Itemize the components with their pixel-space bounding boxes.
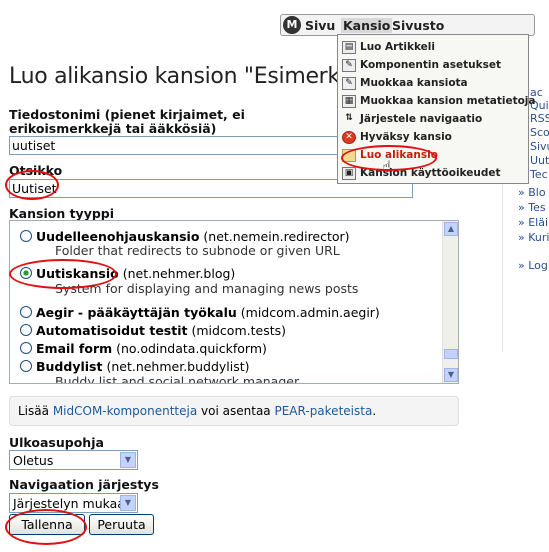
sidebar-link[interactable]: » Log xyxy=(518,259,548,272)
sidebar-link[interactable]: » Kuri xyxy=(518,231,549,244)
notice-text: . xyxy=(372,404,377,418)
chevron-down-icon[interactable]: ▼ xyxy=(120,495,136,511)
sidebar-link[interactable]: Sivu xyxy=(530,140,549,153)
menu-item-edit-folder[interactable]: ✎ Muokkaa kansiota xyxy=(338,75,528,95)
type-name: Email form xyxy=(36,341,113,356)
type-option-buddylist[interactable]: Buddylist (net.nehmer.buddylist) xyxy=(20,359,250,374)
sidebar-link-label: Log xyxy=(528,259,548,272)
menu-item-label: Hyväksy kansio xyxy=(360,131,452,143)
type-option-aegir[interactable]: Aegir - pääkäyttäjän työkalu (midcom.adm… xyxy=(20,305,380,320)
menu-item-label: Järjestele navigaatio xyxy=(360,113,483,125)
nav-order-select-value: Järjestelyn mukaan xyxy=(13,496,133,511)
notice-text: Lisää xyxy=(18,404,49,418)
type-option-quickform[interactable]: Email form (no.odindata.quickform) xyxy=(20,341,267,356)
cancel-button[interactable]: Peruuta xyxy=(89,514,154,535)
type-component: (no.odindata.quickform) xyxy=(116,341,267,356)
menu-item-create-article[interactable]: ▤ Luo Artikkeli xyxy=(338,39,528,59)
sidebar-link-label: Tes xyxy=(528,201,546,214)
sidebar-link[interactable]: RSS xyxy=(530,112,549,125)
chevron-down-icon[interactable]: ▼ xyxy=(120,452,136,468)
midcom-components-link[interactable]: MidCOM-komponentteja xyxy=(53,404,197,418)
sidebar-link[interactable]: Uut xyxy=(530,154,549,167)
sidebar-link[interactable]: Sco xyxy=(530,126,549,139)
filename-label: Tiedostonimi (pienet kirjaimet, ei eriko… xyxy=(9,107,245,136)
radio-button[interactable] xyxy=(20,342,32,354)
menu-item-label: Luo Artikkeli xyxy=(360,41,435,53)
type-option-redirector[interactable]: Uudelleenohjauskansio (net.nemein.redire… xyxy=(20,229,350,244)
metadata-icon: ▦ xyxy=(342,95,356,108)
sidebar-link[interactable]: » Tes xyxy=(518,201,546,214)
type-component: (net.nemein.redirector) xyxy=(203,229,350,244)
highlight-ellipse xyxy=(9,259,117,289)
scroll-thumb[interactable] xyxy=(444,349,458,359)
type-component: (midcom.tests) xyxy=(191,323,286,338)
type-name: Aegir - pääkäyttäjän työkalu xyxy=(36,305,237,320)
sidebar-link-label: Kuri xyxy=(528,231,549,244)
menu-item-label: Muokkaa kansion metatietoja xyxy=(360,95,536,107)
list-scrollbar[interactable]: ▲ ▼ xyxy=(442,221,458,383)
menu-item-component-settings[interactable]: ✎ Komponentin asetukset xyxy=(338,57,528,77)
midcom-toolbar: M Sivu Kansio Sivusto xyxy=(280,14,535,36)
template-select[interactable]: Oletus ▼ xyxy=(9,450,138,470)
template-select-value: Oletus xyxy=(13,453,54,468)
sidebar-link-label: Blo xyxy=(528,186,546,199)
sidebar-link[interactable]: Tec xyxy=(530,168,548,181)
highlight-ellipse xyxy=(5,170,59,200)
settings-icon: ✎ xyxy=(342,59,356,72)
type-component: (net.nehmer.buddylist) xyxy=(106,359,250,374)
type-component: (midcom.admin.aegir) xyxy=(240,305,380,320)
highlight-ellipse xyxy=(5,509,87,545)
radio-button[interactable] xyxy=(20,306,32,318)
sidebar-link[interactable]: » Eläi xyxy=(518,216,548,229)
scroll-down-icon[interactable]: ▼ xyxy=(444,368,458,382)
menu-item-label: Komponentin asetukset xyxy=(360,59,501,71)
template-label: Ulkoasupohja xyxy=(9,435,104,450)
radio-button[interactable] xyxy=(20,230,32,242)
menu-kansio[interactable]: Kansio xyxy=(341,18,393,33)
component-notice: Lisää MidCOM-komponentteja voi asentaa P… xyxy=(9,396,459,426)
type-name: Automatisoidut testit xyxy=(36,323,188,338)
nav-order-label: Navigaation järjestys xyxy=(9,477,159,492)
approve-icon: ✕ xyxy=(342,131,356,144)
radio-button[interactable] xyxy=(20,360,32,372)
type-description: Buddy list and social network manager xyxy=(55,374,300,384)
menu-item-label: Muokkaa kansiota xyxy=(360,77,468,89)
type-option-tests[interactable]: Automatisoidut testit (midcom.tests) xyxy=(20,323,286,338)
scroll-up-icon[interactable]: ▲ xyxy=(444,222,458,236)
page-title: Luo alikansio kansion "Esimerkki" xyxy=(9,64,339,89)
type-description: Folder that redirects to subnode or give… xyxy=(55,243,340,258)
folder-type-label: Kansion tyyppi xyxy=(9,206,115,221)
highlight-ellipse xyxy=(341,145,437,171)
menu-sivusto[interactable]: Sivusto xyxy=(392,18,444,33)
folder-type-list[interactable]: Uudelleenohjauskansio (net.nemein.redire… xyxy=(9,220,459,384)
permissions-icon: ▣ xyxy=(342,167,356,180)
notice-text: voi asentaa xyxy=(201,404,271,418)
radio-button[interactable] xyxy=(20,324,32,336)
type-component: (net.nehmer.blog) xyxy=(122,266,236,281)
sidebar-link[interactable]: » Blo xyxy=(518,186,546,199)
menu-sivu[interactable]: Sivu xyxy=(305,18,335,33)
navigation-icon: ⇅ xyxy=(345,113,353,123)
pear-packages-link[interactable]: PEAR-paketeista xyxy=(274,404,372,418)
menu-item-arrange-navigation[interactable]: ⇅ Järjestele navigaatio xyxy=(338,111,528,131)
sidebar-link-label: Eläi xyxy=(528,216,549,229)
edit-icon: ✎ xyxy=(342,77,356,90)
menu-item-edit-metadata[interactable]: ▦ Muokkaa kansion metatietoja xyxy=(338,93,536,113)
type-name: Buddylist xyxy=(36,359,103,374)
type-name: Uudelleenohjauskansio xyxy=(36,229,200,244)
midcom-logo-icon[interactable]: M xyxy=(283,16,301,34)
article-icon: ▤ xyxy=(342,41,356,54)
